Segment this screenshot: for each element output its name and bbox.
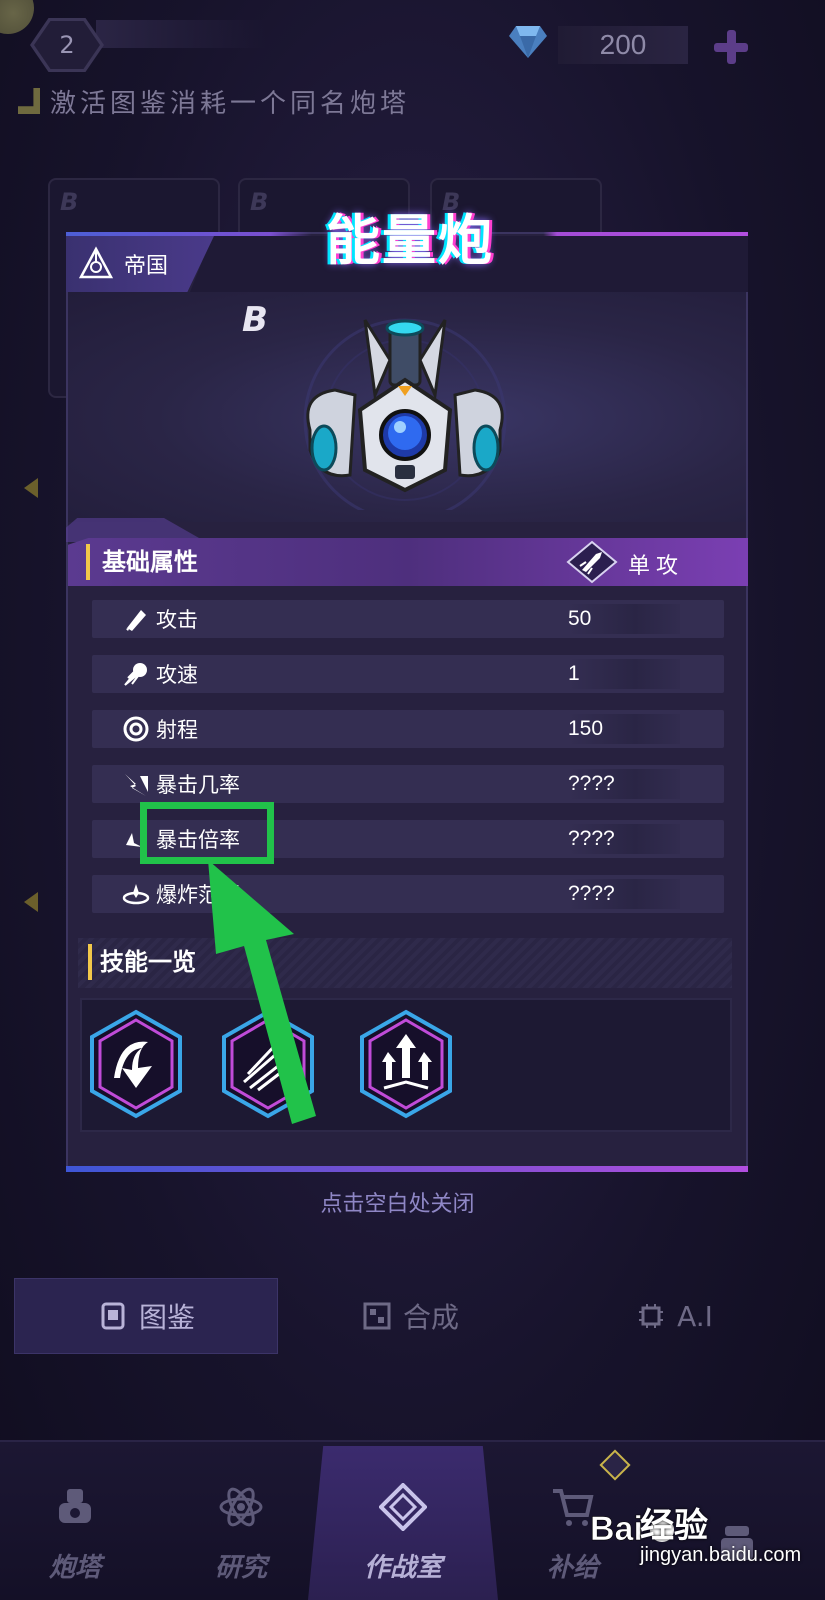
codex-icon [101, 1302, 125, 1330]
stat-label: 射程 [156, 718, 198, 742]
add-gems-button[interactable] [712, 28, 750, 66]
nav-label: 炮塔 [48, 1553, 101, 1583]
watermark-url: jingyan.baidu.com [640, 1544, 802, 1566]
stat-row-range: 射程 150 [92, 710, 724, 748]
gem-icon [509, 26, 547, 58]
codex-notice: 激活图鉴消耗一个同名炮塔 [18, 84, 411, 119]
nav-research[interactable]: 研究 [166, 1462, 316, 1592]
explosion-radius-icon [122, 884, 150, 905]
close-hint[interactable]: 点击空白处关闭 [0, 1186, 795, 1218]
left-arrow-icon[interactable] [24, 478, 38, 498]
tower-rank: B [242, 300, 268, 340]
faction-name: 帝国 [124, 254, 169, 279]
gem-count: 200 [558, 26, 688, 64]
stat-value: ???? [568, 879, 680, 909]
nav-label: 研究 [214, 1553, 267, 1583]
stat-value: 1 [568, 659, 680, 689]
watermark-brand: 经验 [640, 1507, 708, 1545]
stat-row-crit-chance: 暴击几率 ???? [92, 765, 724, 803]
level-value: 2 [34, 21, 100, 69]
crit-chance-icon [125, 774, 148, 796]
stat-value: ???? [568, 824, 680, 854]
level-bar [96, 20, 266, 48]
stat-label: 攻速 [156, 663, 198, 687]
stat-row-explosion-radius: 爆炸范围 ???? [92, 875, 724, 913]
attack-speed-icon [124, 663, 147, 686]
codex-tabs: 图鉴 合成 A.I [14, 1278, 810, 1354]
tower-icon [59, 1489, 91, 1523]
tower-name: 能量炮 [326, 209, 494, 272]
stat-label: 暴击几率 [156, 773, 240, 797]
notice-text: 激活图鉴消耗一个同名炮塔 [50, 88, 411, 119]
tab-synthesis[interactable]: 合成 [278, 1278, 542, 1354]
bg-card-rank: B [60, 188, 79, 216]
single-target-rocket-icon [566, 540, 618, 584]
svg-text:Bai: Bai [590, 1510, 643, 1548]
tab-ai[interactable]: A.I [542, 1278, 806, 1354]
nav-tower[interactable]: 炮塔 [0, 1462, 150, 1592]
tab-codex[interactable]: 图鉴 [14, 1278, 278, 1354]
highlight-box [140, 802, 274, 864]
attack-type: 单攻 [628, 554, 685, 579]
ai-chip-icon [639, 1304, 664, 1328]
tab-label: 合成 [402, 1301, 459, 1334]
war-room-icon [379, 1483, 427, 1531]
skills-title: 技能一览 [88, 944, 196, 980]
stat-row-attack: 攻击 50 [92, 600, 724, 638]
stat-value: 50 [568, 604, 680, 634]
pointer-arrow-icon [208, 860, 316, 1124]
nav-war-room[interactable]: 作战室 [328, 1462, 478, 1592]
left-arrow-icon[interactable] [24, 892, 38, 912]
stat-label: 攻击 [156, 608, 198, 632]
synthesis-icon [363, 1302, 391, 1330]
tab-label: A.I [677, 1299, 713, 1333]
range-icon [123, 716, 149, 742]
tab-label: 图鉴 [138, 1301, 195, 1334]
skill-arc-strike-icon[interactable] [86, 1008, 186, 1120]
attack-icon [126, 610, 146, 631]
nav-label: 作战室 [363, 1553, 442, 1583]
stat-value: 150 [568, 714, 680, 744]
energy-cannon-tower-icon [303, 318, 507, 510]
empire-emblem-icon [78, 246, 114, 279]
stat-value: ???? [568, 769, 680, 799]
modal-bottom-accent [66, 1166, 748, 1172]
notice-mark-icon [18, 88, 40, 114]
stat-row-attack-speed: 攻速 1 [92, 655, 724, 693]
bg-card-rank: B [250, 188, 269, 216]
base-attributes-title: 基础属性 [86, 544, 198, 580]
skill-upgrade-arrows-icon[interactable] [356, 1008, 456, 1120]
atom-icon [219, 1487, 263, 1527]
